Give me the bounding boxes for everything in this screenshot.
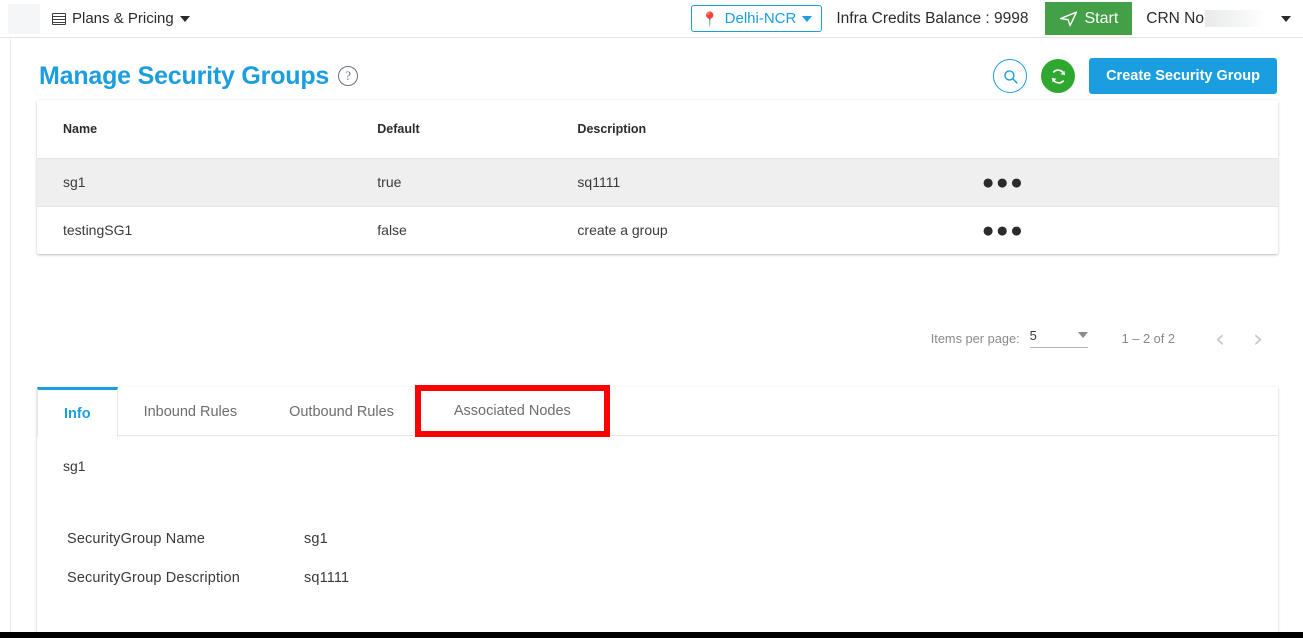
page-content: Manage Security Groups ? Create Security… [10,39,1303,632]
page-header: Manage Security Groups ? Create Security… [11,39,1303,99]
region-label: Delhi-NCR [724,10,797,27]
start-button-label: Start [1084,9,1119,27]
tab-info[interactable]: Info [37,387,118,437]
paginator: Items per page: 5 1 – 2 of 2 ‹ › [931,323,1277,353]
info-field-row: SecurityGroup Description sq1111 [37,558,1278,597]
row-menu-button[interactable]: ●●● [978,172,1029,193]
search-icon [1003,69,1018,84]
column-header-default: Default [377,100,578,159]
region-selector[interactable]: 📍 Delhi-NCR [691,5,823,32]
crn-value-redacted [1205,10,1267,27]
question-circle-icon[interactable]: ? [338,66,359,86]
plans-and-pricing-label: Plans & Pricing [72,10,174,27]
security-groups-table: Name Default Description sg1 true sq1111… [37,100,1278,254]
page-header-actions: Create Security Group [993,58,1277,94]
tab-inbound-rules[interactable]: Inbound Rules [118,387,264,436]
cell-actions: ●●● [977,158,1278,207]
tab-outbound-rules[interactable]: Outbound Rules [263,387,420,436]
chevron-down-icon [1077,332,1088,338]
info-field-key: SecurityGroup Name [67,530,206,547]
column-header-actions [977,100,1278,159]
page-title: Manage Security Groups [39,61,330,90]
tab-associated-nodes[interactable]: Associated Nodes [414,385,610,437]
row-menu-button[interactable]: ●●● [978,220,1029,241]
column-header-name: Name [37,100,378,159]
table-header-row: Name Default Description [37,100,1278,159]
create-security-group-button[interactable]: Create Security Group [1089,58,1277,94]
chevron-down-icon [802,15,813,22]
next-page-button[interactable]: › [1239,326,1277,351]
info-field-list: SecurityGroup Name sg1 SecurityGroup Des… [37,519,1278,597]
table-head: Name Default Description [37,100,1278,159]
cell-description: create a group [577,222,668,239]
column-header-description: Description [577,100,978,159]
info-field-key: SecurityGroup Description [67,569,240,586]
grid-icon [52,12,66,25]
refresh-button[interactable] [1041,59,1076,93]
cell-description: sq1111 [577,158,978,207]
table-row[interactable]: testingSG1 false create a group ●●● [37,206,1278,254]
cell-default: true [377,158,578,207]
chevron-down-icon [1281,15,1291,22]
crn-label: CRN No [1146,9,1204,27]
details-tabs-card: Info Inbound Rules Outbound Rules Associ… [37,385,1278,632]
brand-logo[interactable] [8,3,40,34]
location-pin-icon: 📍 [701,10,719,27]
info-panel-heading: sg1 [63,458,86,474]
table-body: sg1 true sq1111 ●●● testingSG1 false cre… [37,158,1278,254]
top-bar-right-cluster: 📍 Delhi-NCR Infra Credits Balance : 9998… [691,0,1303,37]
tabs-bar: Info Inbound Rules Outbound Rules Associ… [37,385,1278,437]
info-field-row: SecurityGroup Name sg1 [37,519,1278,558]
info-field-value: sg1 [304,530,328,547]
chevron-down-icon [179,15,190,22]
search-button[interactable] [993,59,1028,93]
app-window: Plans & Pricing 📍 Delhi-NCR Infra Credit… [0,0,1303,638]
table-row[interactable]: sg1 true sq1111 ●●● [37,158,1278,207]
cell-default: false [377,222,407,239]
items-per-page-label: Items per page: [930,330,1020,346]
infra-credits-balance: Infra Credits Balance : 9998 [836,9,1029,27]
plans-and-pricing-menu[interactable]: Plans & Pricing [52,10,190,27]
previous-page-button[interactable]: ‹ [1201,326,1239,351]
top-navigation-bar: Plans & Pricing 📍 Delhi-NCR Infra Credit… [0,0,1303,38]
send-plane-icon [1059,11,1077,27]
info-tab-panel: sg1 SecurityGroup Name sg1 SecurityGroup… [37,436,1278,597]
start-button[interactable]: Start [1044,2,1133,35]
security-groups-table-card: Name Default Description sg1 true sq1111… [37,100,1278,254]
cell-name: testingSG1 [63,222,133,239]
info-field-value: sq1111 [304,569,350,586]
items-per-page-value: 5 [1029,328,1037,343]
items-per-page-select[interactable]: 5 [1029,328,1088,348]
cell-actions: ●●● [978,206,1278,254]
page-range-label: 1 – 2 of 2 [1121,330,1175,346]
cell-name: sg1 [37,158,378,207]
crn-selector[interactable]: CRN No [1146,10,1291,28]
refresh-icon [1051,68,1065,84]
